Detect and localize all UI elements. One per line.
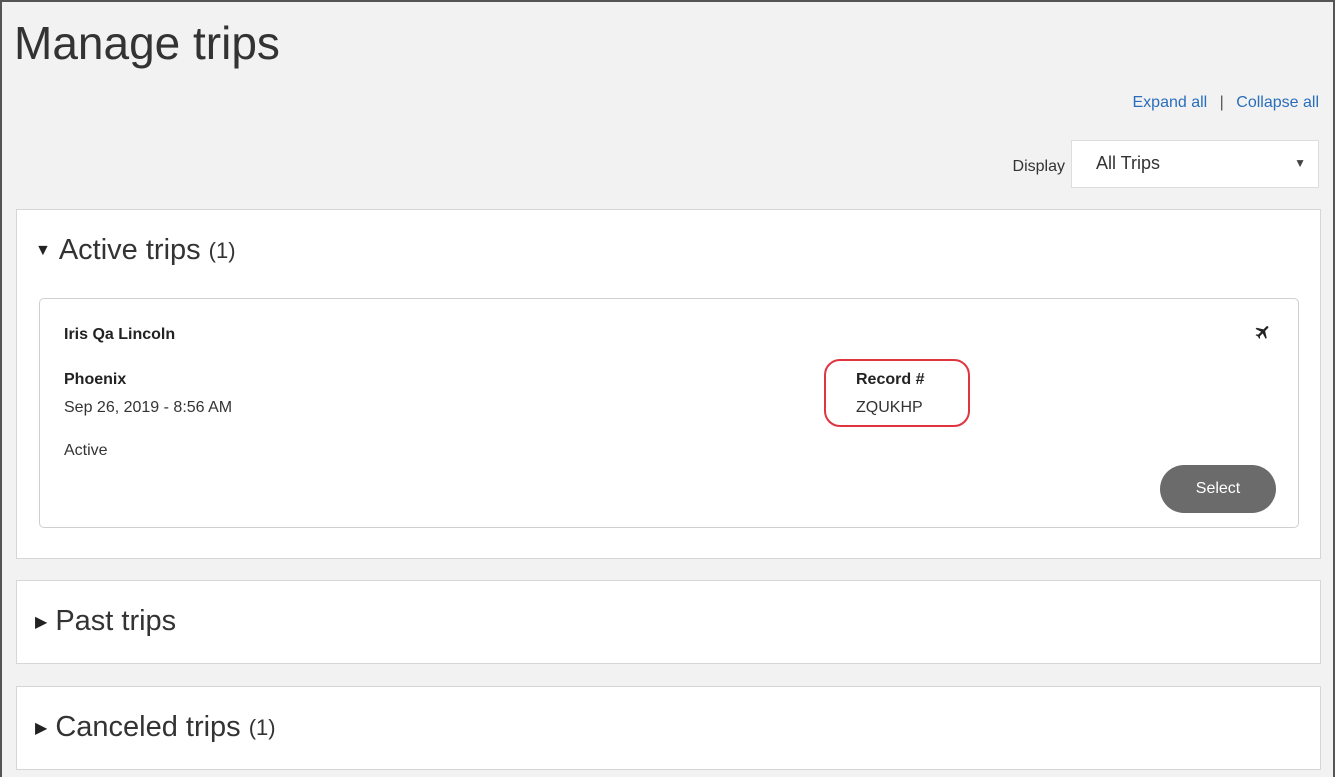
past-trips-header[interactable]: ▶ Past trips [35, 605, 176, 638]
page-title: Manage trips [14, 17, 280, 69]
traveler-name: Iris Qa Lincoln [64, 326, 176, 343]
past-trips-section: ▶ Past trips [16, 580, 1321, 664]
link-separator: | [1219, 94, 1224, 111]
caret-down-icon: ▼ [35, 241, 51, 259]
display-filter-row: Display All Trips ▼ [1013, 140, 1319, 188]
trip-destination: Phoenix [64, 371, 127, 388]
caret-right-icon: ▶ [35, 613, 48, 631]
active-trips-section: ▼ Active trips (1) Iris Qa Lincoln Phoen… [16, 209, 1321, 559]
record-highlight-annotation [824, 359, 970, 427]
active-trips-count: (1) [208, 237, 236, 263]
active-trips-header[interactable]: ▼ Active trips (1) [35, 234, 236, 267]
trip-datetime: Sep 26, 2019 - 8:56 AM [64, 399, 233, 416]
airplane-icon [1255, 326, 1269, 339]
collapse-all-link[interactable]: Collapse all [1236, 94, 1319, 111]
trip-card: Iris Qa Lincoln Phoenix Sep 26, 2019 - 8… [39, 298, 1299, 528]
canceled-trips-header[interactable]: ▶ Canceled trips (1) [35, 711, 276, 744]
caret-right-icon: ▶ [35, 719, 48, 737]
expand-all-link[interactable]: Expand all [1133, 94, 1208, 111]
select-trip-button[interactable]: Select [1160, 465, 1276, 513]
past-trips-label: Past trips [55, 605, 177, 637]
display-label: Display [1012, 158, 1065, 175]
canceled-trips-section: ▶ Canceled trips (1) [16, 686, 1321, 770]
canceled-trips-count: (1) [248, 714, 276, 740]
trip-status: Active [64, 442, 108, 459]
chevron-down-icon: ▼ [1294, 156, 1306, 170]
expand-collapse-links: Expand all | Collapse all [1133, 94, 1320, 112]
page-frame: Manage trips Expand all | Collapse all D… [0, 0, 1335, 777]
canceled-trips-label: Canceled trips [55, 711, 241, 743]
active-trips-label: Active trips [58, 234, 201, 266]
display-select-value: All Trips [1096, 153, 1161, 173]
display-select[interactable]: All Trips ▼ [1071, 140, 1319, 188]
